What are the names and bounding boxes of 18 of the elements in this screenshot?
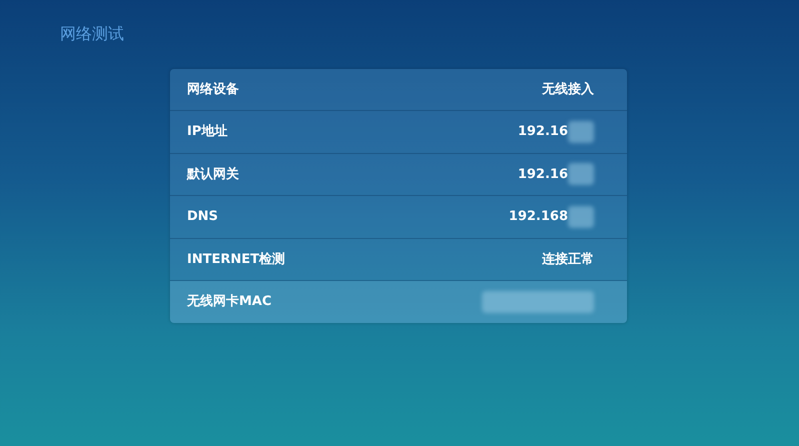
row-label: IP地址 xyxy=(187,123,228,142)
info-row[interactable]: 无线网卡MAC xyxy=(170,280,627,324)
info-row[interactable]: 网络设备 无线接入 xyxy=(170,69,627,112)
row-label: 网络设备 xyxy=(187,80,239,99)
info-row[interactable]: 默认网关 192.16 xyxy=(170,154,627,196)
row-label: INTERNET检测 xyxy=(187,250,286,268)
row-label: 无线网卡MAC xyxy=(187,293,272,312)
row-value: 连接正常 xyxy=(542,250,594,268)
info-row[interactable]: DNS 192.168 xyxy=(170,196,627,239)
row-value: 无线接入 xyxy=(542,80,594,99)
page-title: 网络测试 xyxy=(59,23,125,45)
row-label: 默认网关 xyxy=(187,166,239,184)
row-label: DNS xyxy=(187,208,218,226)
row-value: 192.16 xyxy=(518,123,568,142)
info-row[interactable]: IP地址 192.16 xyxy=(170,111,627,154)
row-value: 192.168 xyxy=(508,208,568,226)
info-row[interactable]: INTERNET检测 连接正常 xyxy=(170,238,627,281)
row-value: 192.16 xyxy=(518,166,568,184)
